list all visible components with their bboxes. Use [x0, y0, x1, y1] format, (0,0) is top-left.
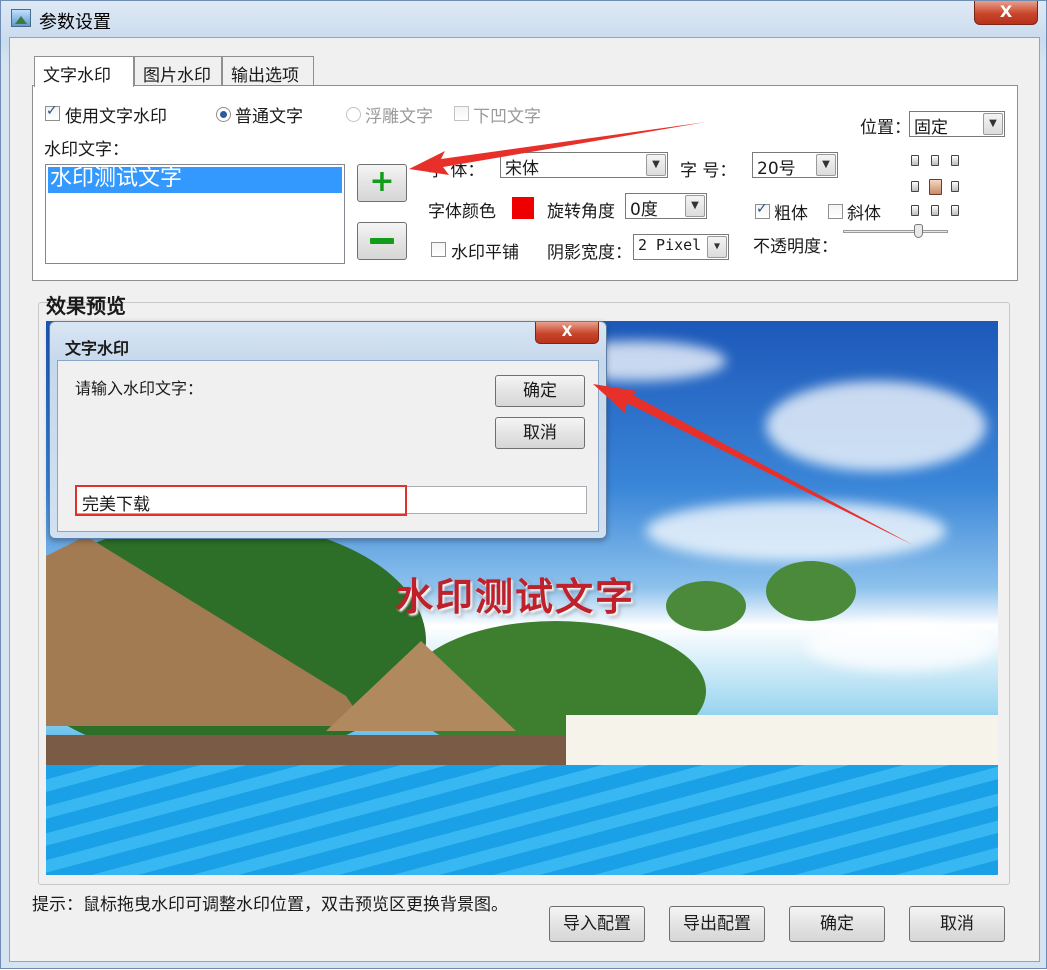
italic-label: 斜体 — [847, 204, 881, 224]
bold-checkbox[interactable] — [755, 201, 770, 219]
position-cell-middle-left[interactable] — [911, 181, 919, 192]
position-value: 固定 — [914, 118, 948, 138]
window-close-button[interactable]: X — [974, 1, 1038, 25]
shadow-width-select[interactable]: 2 Pixel ▼ — [633, 234, 729, 260]
emboss-text-label: 浮雕文字 — [365, 107, 433, 127]
rotation-label: 旋转角度 — [547, 202, 615, 222]
position-cell-bottom-center[interactable] — [931, 205, 939, 216]
chevron-down-icon: ▼ — [685, 195, 705, 217]
highlight-box — [75, 485, 407, 516]
tab-image-watermark[interactable]: 图片水印 — [134, 56, 222, 86]
chevron-down-icon: ▼ — [816, 154, 836, 176]
text-watermark-dialog: 文字水印 X 请输入水印文字： 确定 取消 完美下载 — [49, 321, 607, 539]
text-watermark-panel: 使用文字水印 普通文字 浮雕文字 下凹文字 位置： 固定 ▼ 水印文字： 水印测… — [32, 85, 1018, 281]
settings-window: 参数设置 X 文字水印 图片水印 输出选项 使用文字水印 普通文字 浮雕文字 下… — [0, 0, 1047, 969]
client-area: 文字水印 图片水印 输出选项 使用文字水印 普通文字 浮雕文字 下凹文字 位置：… — [9, 37, 1040, 962]
picture-icon — [11, 9, 31, 27]
watermark-text-label: 水印文字： — [44, 140, 129, 160]
dialog-cancel-button[interactable]: 取消 — [495, 417, 585, 449]
position-cell-top-right[interactable] — [951, 155, 959, 166]
cloud — [806, 621, 996, 671]
tab-output-options[interactable]: 输出选项 — [222, 56, 314, 86]
italic-checkbox[interactable] — [828, 204, 843, 219]
normal-text-label: 普通文字 — [235, 107, 303, 127]
dialog-prompt: 请输入水印文字： — [75, 379, 204, 398]
footer-hint: 提示：鼠标拖曳水印可调整水印位置，双击预览区更换背景图。 — [32, 895, 508, 915]
font-select[interactable]: 宋体 ▼ — [500, 152, 668, 179]
use-text-watermark-label: 使用文字水印 — [65, 107, 167, 127]
dialog-body: 请输入水印文字： 确定 取消 完美下载 — [57, 360, 599, 532]
font-label: 字 体： — [428, 161, 485, 181]
dialog-title: 文字水印 — [65, 339, 130, 358]
normal-text-radio[interactable] — [216, 107, 231, 122]
sunken-text-label: 下凹文字 — [473, 107, 541, 127]
remove-watermark-button[interactable] — [357, 222, 407, 260]
dialog-ok-button[interactable]: 确定 — [495, 375, 585, 407]
position-grid[interactable] — [907, 147, 967, 221]
position-cell-center[interactable] — [929, 179, 942, 195]
tab-text-watermark[interactable]: 文字水印 — [34, 56, 134, 87]
cloud — [646, 501, 946, 561]
use-text-watermark-checkbox[interactable] — [45, 103, 60, 121]
import-config-button[interactable]: 导入配置 — [549, 906, 645, 942]
shadow-width-label: 阴影宽度： — [547, 243, 632, 263]
emboss-text-radio[interactable] — [346, 107, 361, 122]
chevron-down-icon: ▼ — [707, 236, 727, 258]
opacity-slider-thumb[interactable] — [914, 224, 924, 238]
shadow-width-value: 2 Pixel — [638, 236, 702, 254]
cloud — [766, 381, 986, 471]
ok-button[interactable]: 确定 — [789, 906, 885, 942]
add-watermark-button[interactable]: + — [357, 164, 407, 202]
sunken-text-checkbox[interactable] — [454, 106, 469, 121]
rotation-value: 0度 — [630, 200, 658, 220]
position-label: 位置： — [860, 118, 911, 138]
dialog-close-button[interactable]: X — [535, 322, 599, 344]
position-cell-middle-right[interactable] — [951, 181, 959, 192]
tile-checkbox[interactable] — [431, 242, 446, 257]
position-cell-bottom-left[interactable] — [911, 205, 919, 216]
font-value: 宋体 — [505, 159, 539, 179]
palm-foliage — [666, 581, 746, 631]
rotation-select[interactable]: 0度 ▼ — [625, 193, 707, 220]
bold-label: 粗体 — [774, 204, 808, 224]
window-title: 参数设置 — [39, 12, 111, 33]
swimming-pool — [46, 765, 998, 875]
position-select[interactable]: 固定 ▼ — [909, 111, 1005, 138]
title-bar[interactable]: 参数设置 X — [1, 1, 1046, 37]
size-label: 字 号： — [680, 161, 737, 181]
palm-foliage — [766, 561, 856, 621]
size-select[interactable]: 20号 ▼ — [752, 152, 838, 179]
chevron-down-icon: ▼ — [983, 113, 1003, 135]
cancel-button[interactable]: 取消 — [909, 906, 1005, 942]
watermark-text-list[interactable]: 水印测试文字 — [45, 164, 345, 264]
position-cell-top-left[interactable] — [911, 155, 919, 166]
chevron-down-icon: ▼ — [646, 154, 666, 176]
font-color-swatch[interactable] — [512, 197, 534, 219]
position-cell-top-center[interactable] — [931, 155, 939, 166]
font-color-label: 字体颜色 — [428, 202, 496, 222]
export-config-button[interactable]: 导出配置 — [669, 906, 765, 942]
opacity-slider-track[interactable] — [843, 230, 948, 233]
position-cell-bottom-right[interactable] — [951, 205, 959, 216]
tile-label: 水印平铺 — [451, 243, 519, 263]
size-value: 20号 — [757, 159, 796, 179]
preview-section-title: 效果预览 — [46, 294, 126, 318]
opacity-label: 不透明度： — [753, 237, 838, 257]
plus-icon: + — [369, 164, 395, 199]
preview-watermark-text[interactable]: 水印测试文字 — [395, 566, 635, 621]
list-item[interactable]: 水印测试文字 — [48, 167, 342, 193]
minus-icon — [370, 238, 394, 244]
